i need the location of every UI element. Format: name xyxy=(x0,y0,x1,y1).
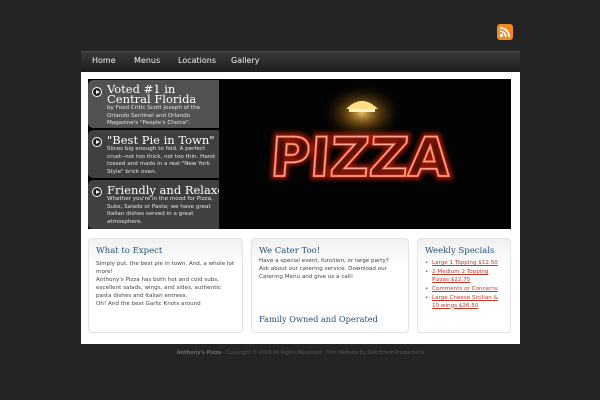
footer: Anthony's Pizza - Copyright © 2019 All R… xyxy=(81,350,520,356)
footer-brand: Anthony's Pizza xyxy=(176,350,222,356)
slide-tab-friendly[interactable]: Friendly and Relaxed Whether you're in t… xyxy=(88,180,219,229)
nav-home[interactable]: Home xyxy=(92,56,116,65)
text-line: Ask about our catering service. Download… xyxy=(259,266,388,272)
link-text: Pizzas $22.75 xyxy=(432,276,471,283)
slide-text: Slices big enough to fold. A perfect cru… xyxy=(107,146,215,175)
slide-title: Friendly and Relaxed xyxy=(107,183,219,197)
catering-box: We Cater Too! Have a special event, func… xyxy=(251,238,409,333)
rss-icon[interactable] xyxy=(497,24,513,40)
slide-tab-best-pie[interactable]: "Best Pie in Town" Slices big enough to … xyxy=(88,130,219,178)
neon-core: PIZZA xyxy=(268,126,452,189)
special-link[interactable]: Large 1 Topping $12.50 xyxy=(425,260,498,268)
main-nav: Home Menus Locations Gallery xyxy=(81,51,520,72)
box-title: Weekly Specials xyxy=(425,246,495,256)
nav-gallery[interactable]: Gallery xyxy=(231,56,260,65)
text-line: Have a special event, function, or large… xyxy=(259,258,389,264)
link-text: Comments or Concerns xyxy=(432,286,498,292)
slide-title: "Best Pie in Town" xyxy=(107,133,215,147)
link-text: 2 Medium 2 Topping xyxy=(432,269,489,275)
text-line: more! xyxy=(96,269,113,275)
nav-menus[interactable]: Menus xyxy=(134,56,160,65)
box-text: Have a special event, function, or large… xyxy=(259,257,389,281)
play-icon xyxy=(92,87,102,97)
text-line: Simply put, the best pie in town. And, a… xyxy=(96,261,235,267)
nav-locations[interactable]: Locations xyxy=(178,56,216,65)
pizza-neon-sign: PIZZA PIZZA PIZZA xyxy=(219,79,511,229)
box-text: Simply put, the best pie in town. And, a… xyxy=(96,260,234,308)
text-line: Catering Menu and give us a call! xyxy=(259,274,354,280)
family-owned-heading: Family Owned and Operated xyxy=(259,314,378,324)
box-title: What to Expect xyxy=(96,246,163,256)
link-text: Large 1 Topping $12.50 xyxy=(432,260,498,266)
what-to-expect-box: What to Expect Simply put, the best pie … xyxy=(88,238,243,333)
text-line: pasta dishes and Italian entrees. xyxy=(96,293,188,299)
slide-text: Whether you're in the mood for Pizza, Su… xyxy=(107,196,213,225)
footer-text: - Copyright © 2019 All Rights Reserved -… xyxy=(221,350,425,356)
special-link[interactable]: 2 Medium 2 Topping Pizzas $22.75 xyxy=(425,269,489,284)
slide-text: by Food Critic Scott Joseph of the Orlan… xyxy=(107,105,201,127)
weekly-specials-box: Weekly Specials Large 1 Topping $12.50 2… xyxy=(417,238,511,333)
play-icon xyxy=(92,137,102,147)
text-line: excellent salads, wings, and sides, auth… xyxy=(96,285,221,291)
slide-title: Voted #1 in Central Florida xyxy=(107,82,197,106)
comments-link[interactable]: Comments or Concerns xyxy=(425,286,498,294)
slide-tab-voted[interactable]: Voted #1 in Central Florida by Food Crit… xyxy=(88,80,219,128)
link-text: Large Cheese Sicilian & xyxy=(432,295,498,301)
text-line: Anthony's Pizza has both hot and cold su… xyxy=(96,277,219,283)
play-icon xyxy=(92,187,102,197)
box-title: We Cater Too! xyxy=(259,246,321,256)
link-text: 10 wings $26.50 xyxy=(432,302,479,309)
text-line: Oh! And the best Garlic Knots around xyxy=(96,301,201,307)
special-link[interactable]: Large Cheese Sicilian & 10 wings $26.50 xyxy=(425,295,498,310)
